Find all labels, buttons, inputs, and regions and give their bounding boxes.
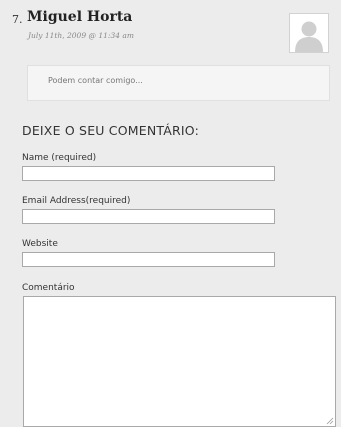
comment-number: 7.: [12, 13, 23, 26]
avatar: [289, 13, 329, 53]
comment-textarea[interactable]: [23, 296, 336, 427]
comment-label: Comentário: [22, 283, 75, 293]
comment-item: 7. Miguel Horta July 11th, 2009 @ 11:34 …: [0, 0, 341, 112]
name-input[interactable]: [22, 166, 275, 181]
email-input[interactable]: [22, 209, 275, 224]
comment-text: Podem contar comigo...: [48, 76, 143, 85]
website-input[interactable]: [22, 252, 275, 267]
email-label: Email Address(required): [22, 196, 131, 206]
resize-grip-icon[interactable]: [326, 417, 334, 425]
default-avatar-icon: [290, 14, 328, 52]
comment-form-heading: DEIXE O SEU COMENTÁRIO:: [22, 123, 200, 138]
website-label: Website: [22, 239, 58, 249]
name-label: Name (required): [22, 153, 97, 163]
comment-date: July 11th, 2009 @ 11:34 am: [28, 31, 134, 40]
comment-body: Podem contar comigo...: [27, 65, 330, 101]
comment-author[interactable]: Miguel Horta: [27, 9, 132, 25]
